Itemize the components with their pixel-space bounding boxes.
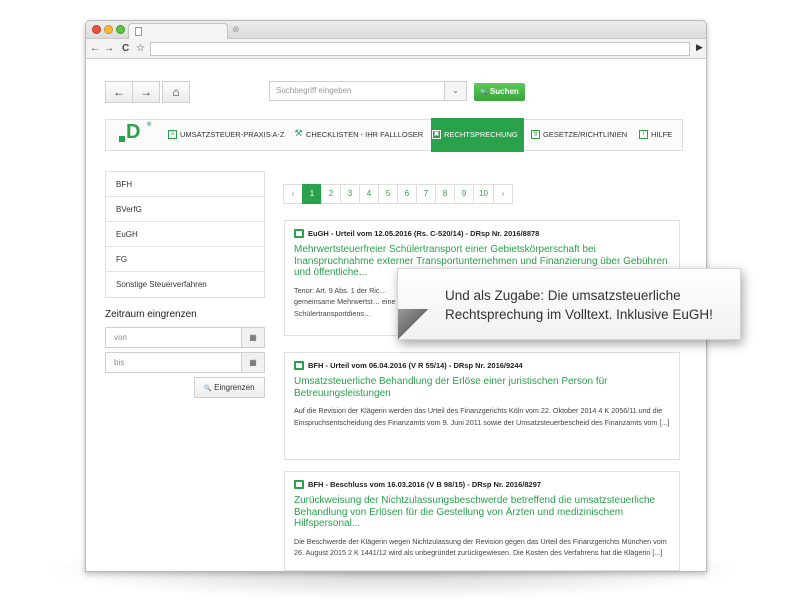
pagination-page[interactable]: 7 bbox=[416, 184, 436, 204]
pagination-next[interactable]: › bbox=[492, 184, 513, 204]
result-card: BFH - Beschluss vom 16.03.2016 (V B 98/1… bbox=[284, 471, 680, 571]
browser-back-icon[interactable]: ← bbox=[90, 42, 100, 56]
page-fold-icon bbox=[398, 309, 428, 339]
promo-callout: Und als Zugabe: Die umsatzsteuerliche Re… bbox=[397, 268, 741, 340]
date-to-placeholder: bis bbox=[114, 358, 125, 367]
search-icon: 🔍 bbox=[204, 386, 212, 392]
pagination-page[interactable]: 6 bbox=[397, 184, 417, 204]
nav-item-hilfe[interactable]: i HILFE bbox=[638, 120, 672, 150]
date-from-field[interactable]: von ▦ bbox=[105, 327, 265, 348]
result-excerpt: Die Beschwerde der Klägerin wegen Nichtz… bbox=[294, 536, 667, 558]
calendar-icon[interactable]: ▦ bbox=[241, 328, 264, 347]
zeitraum-heading: Zeitraum eingrenzen bbox=[105, 309, 197, 320]
tab-close-icon[interactable]: ⊗ bbox=[232, 24, 240, 35]
list-icon: ≡ bbox=[168, 130, 177, 139]
pagination: ‹ 1 2 3 4 5 6 7 8 9 10 › bbox=[283, 184, 513, 204]
logo-registered-mark: ® bbox=[147, 122, 152, 128]
result-meta: EuGH - Urteil vom 12.05.2016 (Rs. C-520/… bbox=[294, 229, 670, 239]
back-button[interactable]: ← bbox=[105, 81, 133, 103]
search-button-label: Suchen bbox=[489, 87, 519, 96]
nav-item-gesetze[interactable]: § GESETZE/RICHTLINIEN bbox=[530, 120, 627, 150]
gavel-icon bbox=[294, 480, 304, 489]
wrench-icon: ⚒ bbox=[294, 128, 303, 138]
forward-button[interactable]: → bbox=[132, 81, 160, 103]
result-meta-text: BFH - Urteil vom 06.04.2016 (V R 55/14) … bbox=[308, 361, 523, 370]
sidebar-item-bverfg[interactable]: BVerfG bbox=[106, 197, 264, 222]
brand-logo[interactable]: D ® bbox=[119, 121, 151, 144]
nav-item-label: HILFE bbox=[651, 130, 673, 139]
pagination-page[interactable]: 3 bbox=[340, 184, 360, 204]
result-meta: BFH - Beschluss vom 16.03.2016 (V B 98/1… bbox=[294, 480, 670, 490]
nav-item-umsatzsteuer-praxis[interactable]: ≡ UMSATZSTEUER-PRAXIS A-Z bbox=[167, 120, 284, 150]
eingrenzen-label: Eingrenzen bbox=[214, 383, 255, 392]
eingrenzen-button[interactable]: 🔍 Eingrenzen bbox=[194, 377, 265, 398]
result-title-link[interactable]: Umsatzsteuerliche Behandlung der Erlöse … bbox=[294, 376, 670, 399]
nav-item-label: GESETZE/RICHTLINIEN bbox=[543, 130, 628, 139]
calendar-icon[interactable]: ▦ bbox=[241, 353, 264, 372]
close-window-button[interactable] bbox=[92, 25, 101, 34]
pagination-prev[interactable]: ‹ bbox=[283, 184, 303, 204]
logo-square bbox=[119, 136, 125, 142]
minimize-window-button[interactable] bbox=[104, 25, 113, 34]
browser-tab[interactable] bbox=[128, 23, 228, 39]
date-to-field[interactable]: bis ▦ bbox=[105, 352, 265, 373]
search-icon: 🔍 bbox=[480, 90, 488, 96]
result-meta-text: BFH - Beschluss vom 16.03.2016 (V B 98/1… bbox=[308, 480, 542, 489]
nav-item-label: RECHTSPRECHUNG bbox=[444, 130, 518, 139]
browser-titlebar: ⊗ bbox=[86, 21, 706, 39]
result-title-link[interactable]: Zurückweisung der Nichtzulassungsbeschwe… bbox=[294, 495, 670, 530]
result-excerpt: Auf die Revision der Klägerin werden das… bbox=[294, 406, 670, 427]
result-excerpt: Tenor: Art. 9 Abs. 1 der Ric… gemeinsame… bbox=[294, 285, 396, 318]
logo-letter: D bbox=[126, 121, 141, 143]
play-icon[interactable]: ▶ bbox=[696, 42, 703, 53]
maximize-window-button[interactable] bbox=[116, 25, 125, 34]
promo-callout-text: Und als Zugabe: Die umsatzsteuerliche Re… bbox=[445, 288, 713, 322]
nav-item-rechtsprechung[interactable]: ▣ RECHTSPRECHUNG bbox=[431, 118, 524, 152]
home-button[interactable]: ⌂ bbox=[162, 81, 190, 103]
pagination-page[interactable]: 1 bbox=[302, 184, 322, 204]
sidebar-item-eugh[interactable]: EuGH bbox=[106, 222, 264, 247]
result-meta: BFH - Urteil vom 06.04.2016 (V R 55/14) … bbox=[294, 361, 670, 371]
main-navbar: D ® ≡ UMSATZSTEUER-PRAXIS A-Z ⚒ CHECKLIS… bbox=[105, 118, 683, 152]
browser-addressbar-row: ← → C ☆ ▶ bbox=[86, 39, 706, 59]
sidebar-item-bfh[interactable]: BFH bbox=[106, 172, 264, 197]
search-dropdown-icon[interactable]: ⌄ bbox=[445, 81, 467, 101]
gavel-icon bbox=[294, 229, 304, 238]
result-meta-text: EuGH - Urteil vom 12.05.2016 (Rs. C-520/… bbox=[308, 229, 540, 238]
sidebar-item-sonstige[interactable]: Sonstige Steuerverfahren bbox=[106, 272, 264, 297]
paragraph-icon: § bbox=[531, 130, 540, 139]
pagination-page[interactable]: 2 bbox=[321, 184, 341, 204]
result-card: BFH - Urteil vom 06.04.2016 (V R 55/14) … bbox=[284, 352, 680, 460]
date-from-placeholder: von bbox=[114, 333, 127, 342]
gavel-icon: ▣ bbox=[432, 130, 441, 139]
search-button[interactable]: 🔍 Suchen bbox=[474, 83, 525, 101]
nav-item-label: CHECKLISTEN - IHR FALLLOSER bbox=[306, 130, 424, 139]
pagination-page[interactable]: 5 bbox=[378, 184, 398, 204]
search-input[interactable]: Suchbegriff eingeben bbox=[269, 81, 445, 101]
gavel-icon bbox=[294, 361, 304, 370]
court-filter-list: BFH BVerfG EuGH FG Sonstige Steuerverfah… bbox=[105, 171, 265, 298]
address-bar[interactable] bbox=[150, 42, 690, 56]
reload-icon[interactable]: C bbox=[122, 42, 129, 56]
nav-item-label: UMSATZSTEUER-PRAXIS A-Z bbox=[180, 130, 285, 139]
pagination-page[interactable]: 4 bbox=[359, 184, 379, 204]
browser-forward-icon[interactable]: → bbox=[104, 42, 114, 56]
bookmark-star-icon[interactable]: ☆ bbox=[136, 42, 145, 56]
document-icon bbox=[135, 27, 142, 36]
sidebar-item-fg[interactable]: FG bbox=[106, 247, 264, 272]
pagination-page[interactable]: 10 bbox=[473, 184, 494, 204]
pagination-page[interactable]: 9 bbox=[454, 184, 474, 204]
nav-item-checklisten[interactable]: ⚒ CHECKLISTEN - IHR FALLLOSER bbox=[293, 120, 423, 150]
pagination-page[interactable]: 8 bbox=[435, 184, 455, 204]
info-icon: i bbox=[639, 130, 648, 139]
